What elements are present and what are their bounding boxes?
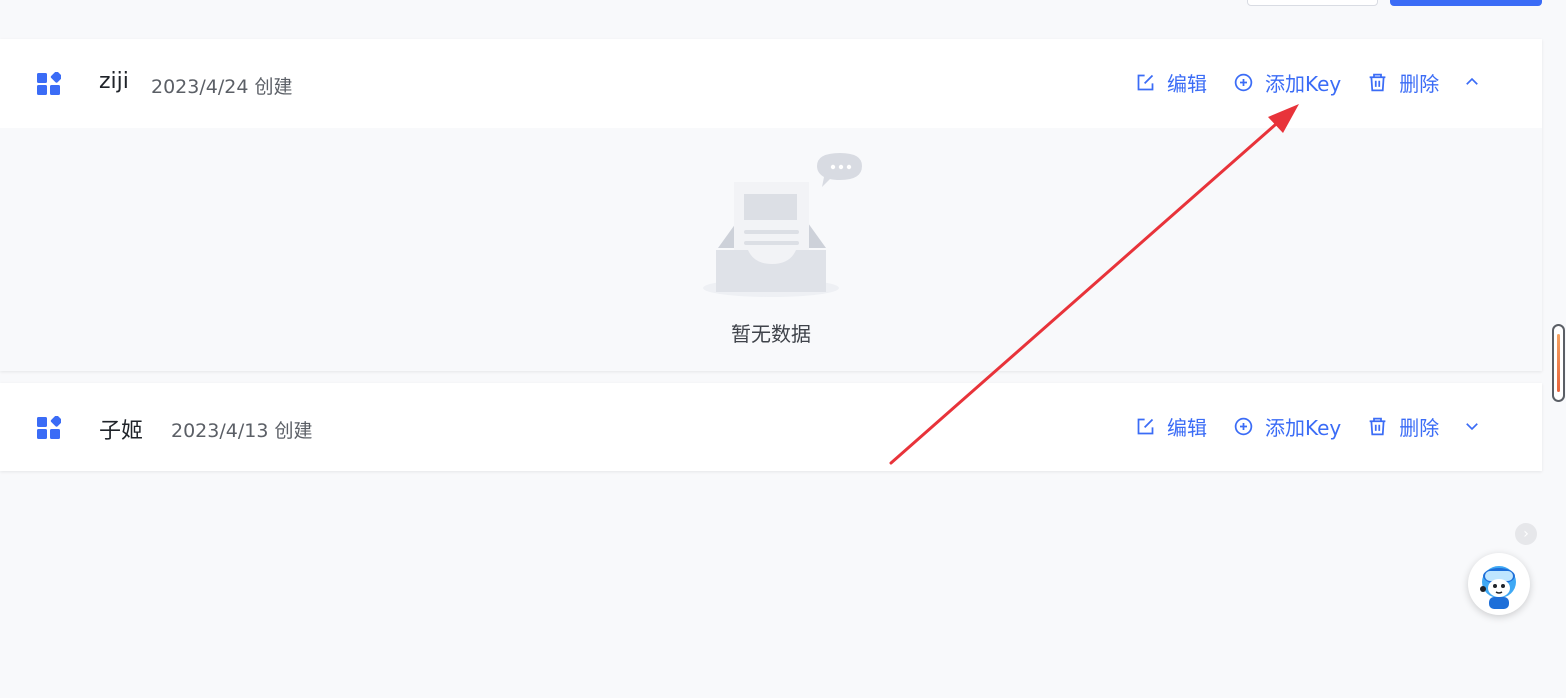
- chevron-down-icon[interactable]: [1463, 417, 1481, 435]
- delete-label: 删除: [1399, 415, 1440, 440]
- scrollbar[interactable]: [1552, 324, 1565, 402]
- empty-box-icon: [703, 153, 862, 297]
- edit-icon: [1137, 418, 1154, 434]
- delete-button[interactable]: 删除: [1367, 68, 1439, 97]
- app-card-header[interactable]: 子姬 2023/4/13 创建 编辑 添加Key 删除: [0, 383, 1542, 471]
- edit-label: 编辑: [1167, 71, 1207, 96]
- trash-icon: [1369, 417, 1386, 435]
- assistant-avatar-icon[interactable]: [1468, 553, 1530, 615]
- add-key-button[interactable]: 添加Key: [1233, 412, 1341, 441]
- trash-icon: [1369, 73, 1386, 91]
- delete-button[interactable]: 删除: [1367, 412, 1439, 441]
- add-key-label: 添加Key: [1265, 415, 1342, 440]
- edit-label: 编辑: [1167, 415, 1207, 440]
- card-actions: 编辑 添加Key 删除: [1135, 411, 1481, 441]
- app-name: 子姬: [99, 419, 144, 444]
- chevron-right-icon[interactable]: ›: [1515, 523, 1537, 545]
- chevron-up-icon[interactable]: [1463, 73, 1481, 91]
- created-date: 2023/4/24 创建: [151, 76, 293, 98]
- plus-circle-icon: [1234, 417, 1253, 435]
- apps-icon: [37, 72, 61, 95]
- app-card-header[interactable]: ziji 2023/4/24 创建 编辑 添加Key 删除: [0, 39, 1542, 128]
- scrollbar-thumb[interactable]: [1557, 334, 1560, 392]
- app-name: ziji: [99, 69, 129, 94]
- apps-icon: [37, 416, 61, 439]
- add-key-label: 添加Key: [1265, 71, 1342, 96]
- app-card: 子姬 2023/4/13 创建 编辑 添加Key 删除: [0, 383, 1542, 471]
- top-secondary-button[interactable]: [1247, 0, 1378, 6]
- edit-button[interactable]: 编辑: [1135, 412, 1207, 441]
- empty-state: 暂无数据: [0, 128, 1542, 371]
- edit-icon: [1137, 74, 1154, 90]
- plus-circle-icon: [1234, 73, 1253, 91]
- edit-button[interactable]: 编辑: [1135, 68, 1207, 97]
- card-actions: 编辑 添加Key 删除: [1135, 67, 1481, 97]
- top-primary-button[interactable]: [1390, 0, 1542, 6]
- app-card: ziji 2023/4/24 创建 编辑 添加Key 删除 暂无数据: [0, 39, 1542, 371]
- created-date: 2023/4/13 创建: [171, 420, 313, 442]
- add-key-button[interactable]: 添加Key: [1233, 68, 1341, 97]
- delete-label: 删除: [1399, 71, 1440, 96]
- empty-state-text: 暂无数据: [731, 322, 811, 346]
